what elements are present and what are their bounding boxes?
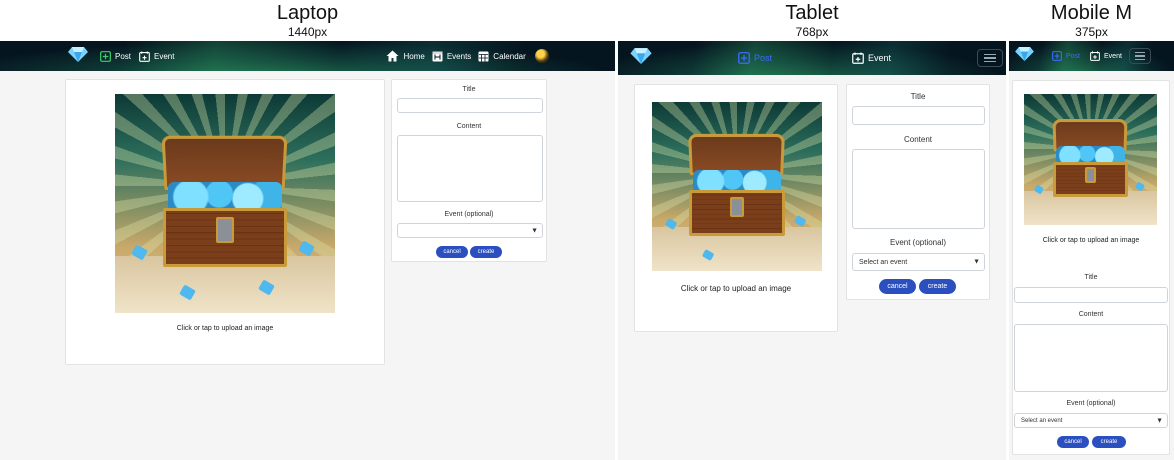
title-input[interactable] — [1014, 287, 1168, 303]
nav-home-label: Home — [403, 51, 425, 61]
nav-post-link[interactable]: Post — [1052, 51, 1080, 61]
nav-event-label: Event — [154, 51, 175, 61]
nav-event-label: Event — [1104, 52, 1122, 60]
event-optional-label: Event (optional) — [444, 211, 494, 218]
upload-image-preview[interactable] — [1024, 94, 1157, 225]
nav-events-label: Events — [446, 51, 472, 61]
upload-prompt[interactable]: Click or tap to upload an image — [1013, 237, 1169, 244]
navbar: Post Event Home Events Calendar — [0, 41, 615, 71]
calendar-plus-icon — [139, 50, 150, 62]
mobile-viewport: Post Event Click or tap to upload an ima… — [1009, 41, 1174, 460]
frame-width-label: 1440px — [287, 25, 328, 39]
post-form-card: Title Content Event (optional) Select an… — [391, 79, 547, 262]
event-select-value: Select an event — [1021, 417, 1063, 424]
nav-post-label: Post — [754, 53, 773, 63]
post-form-card: Click or tap to upload an image Title Co… — [1012, 80, 1170, 455]
nav-event-link[interactable]: Event — [1090, 51, 1122, 61]
nav-post-link[interactable]: Post — [738, 52, 772, 64]
hamburger-icon[interactable] — [977, 49, 1004, 67]
navbar: Post Event — [618, 41, 1006, 75]
event-optional-label: Event (optional) — [889, 238, 947, 247]
nav-events-link[interactable]: Events — [432, 50, 471, 62]
calendar-icon — [478, 51, 489, 62]
upload-card: Click or tap to upload an image — [65, 79, 385, 365]
calendar-plus-icon — [1090, 51, 1100, 61]
title-input[interactable] — [852, 106, 985, 125]
laptop-viewport: Post Event Home Events Calendar Click or… — [0, 41, 615, 460]
create-button[interactable]: create — [1092, 436, 1126, 448]
title-label: Title — [910, 92, 926, 101]
event-select[interactable]: Select an event ▼ — [852, 253, 985, 271]
nav-post-link[interactable]: Post — [100, 50, 132, 62]
nav-calendar-label: Calendar — [493, 51, 526, 61]
title-input[interactable] — [397, 98, 543, 113]
nav-event-link[interactable]: Event — [852, 52, 891, 64]
event-select-value: Select an event — [859, 258, 908, 266]
post-form-card: Title Content Event (optional) Select an… — [846, 84, 990, 300]
nav-home-link[interactable]: Home — [386, 50, 425, 62]
create-button[interactable]: create — [470, 246, 502, 258]
chevron-down-icon: ▼ — [973, 258, 980, 266]
event-select[interactable]: Select an event ▼ — [397, 223, 543, 238]
cancel-button[interactable]: cancel — [1057, 436, 1089, 448]
user-avatar[interactable] — [534, 49, 549, 63]
gem-logo-icon[interactable] — [630, 47, 652, 69]
hamburger-icon[interactable] — [1128, 48, 1151, 64]
gem-logo-icon[interactable] — [1015, 46, 1034, 66]
plus-square-icon — [100, 50, 111, 62]
content-textarea[interactable] — [397, 135, 543, 202]
plus-square-icon — [738, 52, 750, 64]
upload-card: Click or tap to upload an image — [634, 84, 838, 332]
nav-event-label: Event — [868, 53, 892, 63]
gem-logo-icon[interactable] — [68, 46, 88, 67]
chevron-down-icon: ▼ — [1156, 417, 1163, 424]
frame-width-label: 768px — [795, 25, 829, 39]
content-label: Content — [1078, 311, 1104, 318]
nav-post-label: Post — [115, 51, 132, 61]
content-label: Content — [903, 135, 933, 144]
event-select[interactable]: Select an event ▼ — [1014, 413, 1168, 428]
nav-event-link[interactable]: Event — [139, 50, 175, 62]
upload-prompt[interactable]: Click or tap to upload an image — [635, 284, 837, 293]
laptop-frame: Laptop 1440px Post Event Home Events Cal… — [0, 0, 615, 460]
events-icon — [432, 51, 443, 62]
content-textarea[interactable] — [1014, 324, 1168, 392]
upload-image-preview[interactable] — [652, 102, 822, 271]
home-icon — [386, 50, 399, 62]
calendar-plus-icon — [852, 52, 864, 64]
mobile-frame: Mobile M 375px Post Event Click or tap t… — [1009, 0, 1174, 460]
tablet-frame: Tablet 768px Post Event Click or tap to … — [618, 0, 1006, 460]
plus-square-icon — [1052, 51, 1062, 61]
upload-prompt[interactable]: Click or tap to upload an image — [66, 325, 384, 332]
content-label: Content — [456, 123, 482, 130]
chevron-down-icon: ▼ — [531, 227, 538, 234]
upload-image-preview[interactable] — [115, 94, 335, 313]
title-label: Title — [1084, 274, 1098, 281]
title-label: Title — [462, 86, 476, 93]
tablet-viewport: Post Event Click or tap to upload an ima… — [618, 41, 1006, 460]
frame-width-label: 375px — [1075, 25, 1108, 39]
nav-calendar-link[interactable]: Calendar — [478, 50, 526, 62]
navbar: Post Event — [1009, 41, 1174, 71]
nav-post-label: Post — [1066, 52, 1081, 60]
frame-title: Laptop — [276, 2, 339, 24]
frame-title: Tablet — [785, 2, 839, 24]
frame-title: Mobile M — [1050, 2, 1133, 24]
content-textarea[interactable] — [852, 149, 985, 229]
event-optional-label: Event (optional) — [1066, 400, 1116, 407]
cancel-button[interactable]: cancel — [879, 279, 916, 294]
create-button[interactable]: create — [919, 279, 956, 294]
cancel-button[interactable]: cancel — [436, 246, 468, 258]
